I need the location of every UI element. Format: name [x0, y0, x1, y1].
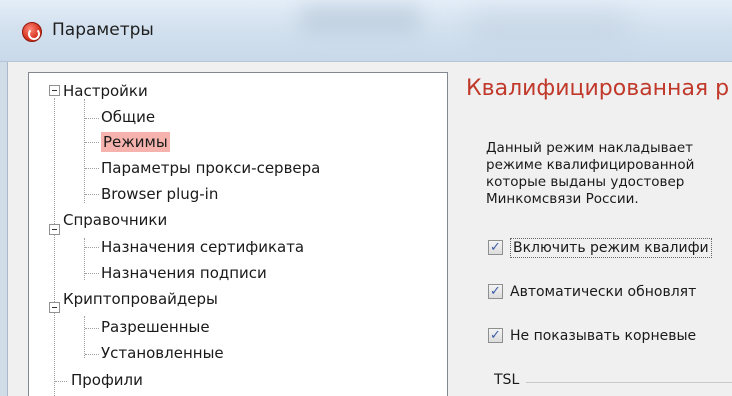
tree-connector	[85, 328, 99, 329]
settings-tree[interactable]: Настройки Общие Режимы Параметры прокси-…	[28, 72, 448, 396]
tree-item-directories[interactable]: Справочники	[63, 210, 167, 230]
window-title: Параметры	[52, 20, 154, 40]
tree-connector	[85, 118, 99, 119]
title-bar[interactable]: Параметры	[0, 0, 732, 62]
tree-item-certificate-purposes[interactable]: Назначения сертификата	[101, 237, 304, 257]
enable-qualified-mode-label[interactable]: Включить режим квалифи	[510, 238, 712, 258]
tree-item-profiles[interactable]: Профили	[71, 370, 143, 390]
tree-connector	[85, 273, 99, 274]
tree-connector	[85, 247, 99, 248]
panel-heading: Квалифицированная р	[466, 76, 730, 101]
tsl-group-border	[526, 382, 732, 383]
tree-connector	[55, 381, 67, 382]
collapse-icon[interactable]	[49, 85, 60, 96]
tree-item-signature-purposes[interactable]: Назначения подписи	[101, 263, 267, 283]
tree-connector	[85, 354, 99, 355]
hide-root-checkbox[interactable]: ✓	[488, 328, 503, 343]
tree-connector	[85, 142, 99, 143]
auto-update-label[interactable]: Автоматически обновлят	[510, 282, 696, 302]
window-frame-left	[0, 62, 8, 396]
hide-root-label[interactable]: Не показывать корневые	[510, 326, 696, 346]
tree-item-proxy-settings[interactable]: Параметры прокси-сервера	[101, 158, 320, 178]
tree-connector	[85, 168, 99, 169]
auto-update-checkbox[interactable]: ✓	[488, 284, 503, 299]
enable-qualified-mode-checkbox[interactable]: ✓	[488, 240, 503, 255]
tree-item-crypto-providers[interactable]: Криптопровайдеры	[63, 289, 218, 309]
title-bar-blur	[470, 12, 630, 42]
tree-item-installed[interactable]: Установленные	[101, 343, 224, 363]
tree-connector	[85, 194, 99, 195]
tree-connector	[84, 99, 85, 203]
tree-item-modes[interactable]: Режимы	[101, 132, 170, 152]
app-logo-icon	[22, 22, 42, 42]
collapse-icon[interactable]	[49, 224, 60, 235]
tree-item-browser-plugin[interactable]: Browser plug-in	[101, 184, 218, 204]
tree-item-allowed[interactable]: Разрешенные	[101, 317, 210, 337]
title-bar-blur	[300, 6, 420, 34]
tree-item-general[interactable]: Общие	[101, 107, 155, 127]
tree-item-settings[interactable]: Настройки	[63, 81, 148, 101]
tree-connector	[54, 98, 55, 396]
collapse-icon[interactable]	[49, 302, 60, 313]
mode-description: Данный режим накладывает режиме квалифиц…	[486, 140, 695, 207]
tsl-group-label: TSL	[494, 372, 520, 388]
tree-connector	[84, 316, 85, 358]
